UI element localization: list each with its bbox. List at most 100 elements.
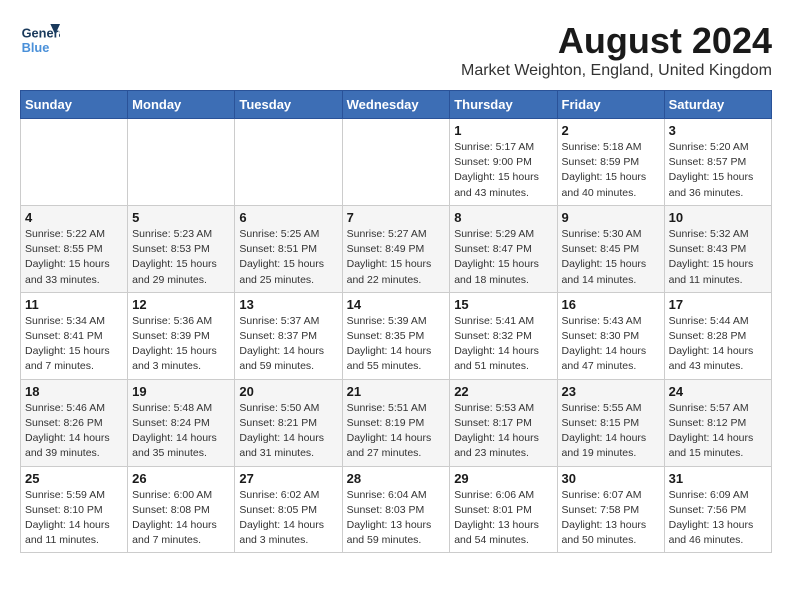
calendar-cell: 14 Sunrise: 5:39 AM Sunset: 8:35 PM Dayli… (342, 292, 450, 379)
calendar-cell: 23 Sunrise: 5:55 AM Sunset: 8:15 PM Dayli… (557, 379, 664, 466)
calendar-cell: 28Sunrise: 6:04 AM Sunset: 8:03 PM Dayli… (342, 466, 450, 553)
day-number: 27 (239, 471, 337, 486)
calendar-cell: 8 Sunrise: 5:29 AM Sunset: 8:47 PM Daylig… (450, 205, 557, 292)
calendar-cell: 25Sunrise: 5:59 AM Sunset: 8:10 PM Dayli… (21, 466, 128, 553)
calendar-cell: 9Sunrise: 5:30 AM Sunset: 8:45 PM Daylig… (557, 205, 664, 292)
day-info: Sunrise: 5:36 AM Sunset: 8:39 PM Dayligh… (132, 314, 230, 375)
day-info: Sunrise: 5:29 AM Sunset: 8:47 PM Dayligh… (454, 227, 552, 288)
day-number: 18 (25, 384, 123, 399)
day-info: Sunrise: 5:25 AM Sunset: 8:51 PM Dayligh… (239, 227, 337, 288)
day-info: Sunrise: 5:18 AM Sunset: 8:59 PM Dayligh… (562, 140, 660, 201)
calendar-table: SundayMondayTuesdayWednesdayThursdayFrid… (20, 90, 772, 553)
day-number: 24 (669, 384, 767, 399)
day-info: Sunrise: 5:39 AM Sunset: 8:35 PM Dayligh… (347, 314, 446, 375)
day-number: 7 (347, 210, 446, 225)
day-info: Sunrise: 5:22 AM Sunset: 8:55 PM Dayligh… (25, 227, 123, 288)
weekday-header-row: SundayMondayTuesdayWednesdayThursdayFrid… (21, 91, 772, 119)
day-number: 13 (239, 297, 337, 312)
day-info: Sunrise: 5:46 AM Sunset: 8:26 PM Dayligh… (25, 401, 123, 462)
day-info: Sunrise: 6:04 AM Sunset: 8:03 PM Dayligh… (347, 488, 446, 549)
day-number: 12 (132, 297, 230, 312)
location-subtitle: Market Weighton, England, United Kingdom (461, 62, 772, 80)
day-info: Sunrise: 5:41 AM Sunset: 8:32 PM Dayligh… (454, 314, 552, 375)
calendar-body: 1 Sunrise: 5:17 AM Sunset: 9:00 PM Daylig… (21, 119, 772, 553)
calendar-cell: 10Sunrise: 5:32 AM Sunset: 8:43 PM Dayli… (664, 205, 771, 292)
calendar-cell: 29 Sunrise: 6:06 AM Sunset: 8:01 PM Dayli… (450, 466, 557, 553)
calendar-week-row: 11 Sunrise: 5:34 AM Sunset: 8:41 PM Dayli… (21, 292, 772, 379)
weekday-header: Sunday (21, 91, 128, 119)
calendar-cell: 5Sunrise: 5:23 AM Sunset: 8:53 PM Daylig… (128, 205, 235, 292)
day-number: 25 (25, 471, 123, 486)
day-number: 10 (669, 210, 767, 225)
page-header: General Blue August 2024 Market Weighton… (20, 20, 772, 80)
day-number: 16 (562, 297, 660, 312)
weekday-header: Thursday (450, 91, 557, 119)
day-number: 14 (347, 297, 446, 312)
calendar-cell: 20 Sunrise: 5:50 AM Sunset: 8:21 PM Dayli… (235, 379, 342, 466)
day-number: 29 (454, 471, 552, 486)
calendar-cell: 26Sunrise: 6:00 AM Sunset: 8:08 PM Dayli… (128, 466, 235, 553)
weekday-header: Saturday (664, 91, 771, 119)
day-info: Sunrise: 5:51 AM Sunset: 8:19 PM Dayligh… (347, 401, 446, 462)
calendar-cell (342, 119, 450, 206)
day-number: 21 (347, 384, 446, 399)
calendar-cell: 30 Sunrise: 6:07 AM Sunset: 7:58 PM Dayli… (557, 466, 664, 553)
calendar-cell: 12 Sunrise: 5:36 AM Sunset: 8:39 PM Dayli… (128, 292, 235, 379)
calendar-cell: 1 Sunrise: 5:17 AM Sunset: 9:00 PM Daylig… (450, 119, 557, 206)
day-number: 19 (132, 384, 230, 399)
calendar-cell: 22Sunrise: 5:53 AM Sunset: 8:17 PM Dayli… (450, 379, 557, 466)
day-number: 6 (239, 210, 337, 225)
day-number: 30 (562, 471, 660, 486)
day-info: Sunrise: 5:17 AM Sunset: 9:00 PM Dayligh… (454, 140, 552, 201)
day-info: Sunrise: 5:30 AM Sunset: 8:45 PM Dayligh… (562, 227, 660, 288)
day-number: 23 (562, 384, 660, 399)
day-info: Sunrise: 6:09 AM Sunset: 7:56 PM Dayligh… (669, 488, 767, 549)
calendar-cell: 15 Sunrise: 5:41 AM Sunset: 8:32 PM Dayli… (450, 292, 557, 379)
calendar-cell: 4Sunrise: 5:22 AM Sunset: 8:55 PM Daylig… (21, 205, 128, 292)
day-number: 2 (562, 123, 660, 138)
calendar-week-row: 4Sunrise: 5:22 AM Sunset: 8:55 PM Daylig… (21, 205, 772, 292)
day-info: Sunrise: 6:00 AM Sunset: 8:08 PM Dayligh… (132, 488, 230, 549)
calendar-cell: 17 Sunrise: 5:44 AM Sunset: 8:28 PM Dayli… (664, 292, 771, 379)
title-section: August 2024 Market Weighton, England, Un… (461, 20, 772, 80)
calendar-cell (128, 119, 235, 206)
calendar-week-row: 25Sunrise: 5:59 AM Sunset: 8:10 PM Dayli… (21, 466, 772, 553)
calendar-cell: 16 Sunrise: 5:43 AM Sunset: 8:30 PM Dayli… (557, 292, 664, 379)
day-number: 15 (454, 297, 552, 312)
calendar-cell: 21 Sunrise: 5:51 AM Sunset: 8:19 PM Dayli… (342, 379, 450, 466)
day-number: 22 (454, 384, 552, 399)
day-info: Sunrise: 5:20 AM Sunset: 8:57 PM Dayligh… (669, 140, 767, 201)
day-number: 31 (669, 471, 767, 486)
svg-text:Blue: Blue (22, 40, 50, 55)
day-number: 11 (25, 297, 123, 312)
calendar-cell (21, 119, 128, 206)
day-info: Sunrise: 5:34 AM Sunset: 8:41 PM Dayligh… (25, 314, 123, 375)
weekday-header: Monday (128, 91, 235, 119)
weekday-header: Wednesday (342, 91, 450, 119)
calendar-cell: 7 Sunrise: 5:27 AM Sunset: 8:49 PM Daylig… (342, 205, 450, 292)
calendar-cell: 19Sunrise: 5:48 AM Sunset: 8:24 PM Dayli… (128, 379, 235, 466)
day-info: Sunrise: 5:27 AM Sunset: 8:49 PM Dayligh… (347, 227, 446, 288)
day-info: Sunrise: 5:37 AM Sunset: 8:37 PM Dayligh… (239, 314, 337, 375)
day-info: Sunrise: 5:55 AM Sunset: 8:15 PM Dayligh… (562, 401, 660, 462)
logo: General Blue (20, 20, 60, 60)
day-info: Sunrise: 6:07 AM Sunset: 7:58 PM Dayligh… (562, 488, 660, 549)
day-info: Sunrise: 6:06 AM Sunset: 8:01 PM Dayligh… (454, 488, 552, 549)
month-year-title: August 2024 (461, 20, 772, 62)
day-number: 20 (239, 384, 337, 399)
day-info: Sunrise: 6:02 AM Sunset: 8:05 PM Dayligh… (239, 488, 337, 549)
calendar-cell: 6 Sunrise: 5:25 AM Sunset: 8:51 PM Daylig… (235, 205, 342, 292)
calendar-cell: 3 Sunrise: 5:20 AM Sunset: 8:57 PM Daylig… (664, 119, 771, 206)
calendar-week-row: 1 Sunrise: 5:17 AM Sunset: 9:00 PM Daylig… (21, 119, 772, 206)
calendar-cell: 2 Sunrise: 5:18 AM Sunset: 8:59 PM Daylig… (557, 119, 664, 206)
day-number: 17 (669, 297, 767, 312)
day-number: 1 (454, 123, 552, 138)
day-info: Sunrise: 5:44 AM Sunset: 8:28 PM Dayligh… (669, 314, 767, 375)
calendar-cell: 24Sunrise: 5:57 AM Sunset: 8:12 PM Dayli… (664, 379, 771, 466)
day-info: Sunrise: 5:43 AM Sunset: 8:30 PM Dayligh… (562, 314, 660, 375)
calendar-cell: 18 Sunrise: 5:46 AM Sunset: 8:26 PM Dayli… (21, 379, 128, 466)
day-number: 8 (454, 210, 552, 225)
day-number: 3 (669, 123, 767, 138)
day-info: Sunrise: 5:23 AM Sunset: 8:53 PM Dayligh… (132, 227, 230, 288)
day-info: Sunrise: 5:50 AM Sunset: 8:21 PM Dayligh… (239, 401, 337, 462)
